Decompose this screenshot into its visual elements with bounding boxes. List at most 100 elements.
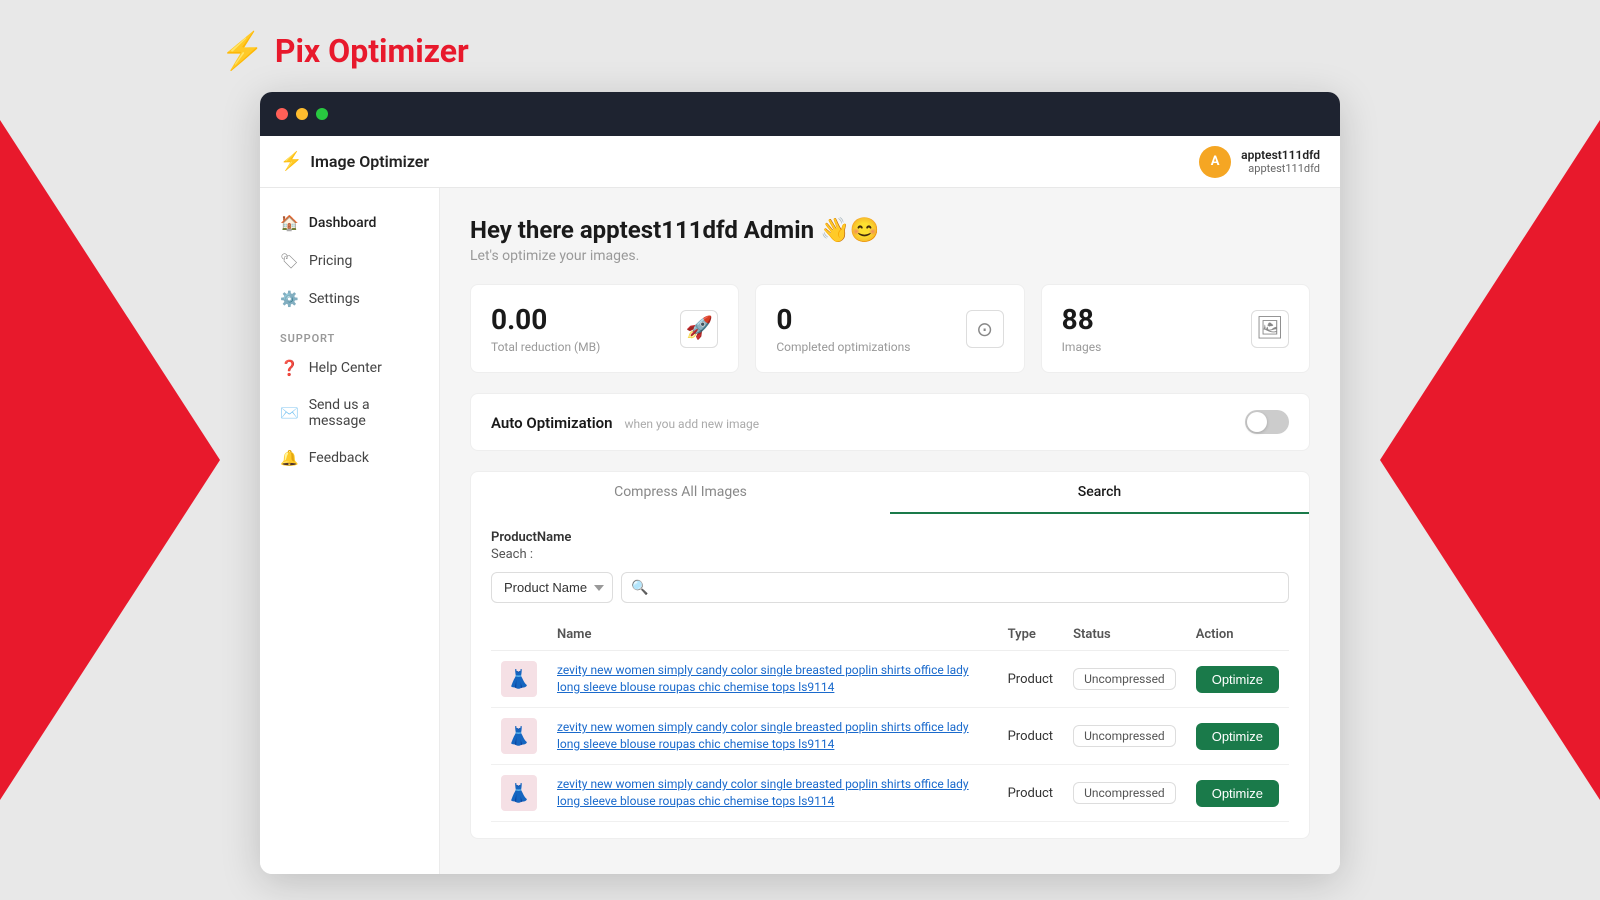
brand-name: Pix Optimizer <box>275 32 469 70</box>
stat-value-reduction: 0.00 <box>491 303 600 336</box>
bell-icon: 🔔 <box>280 449 299 467</box>
app-title: Image Optimizer <box>310 152 429 171</box>
cell-type-2: Product <box>998 765 1063 822</box>
pricing-icon: 🏷 <box>280 252 299 270</box>
sidebar-label-feedback: Feedback <box>309 450 369 466</box>
search-panel: ProductName Seach : Product Name Type St… <box>470 514 1310 839</box>
th-status: Status <box>1063 619 1186 651</box>
brand-logo: ⚡ Pix Optimizer <box>220 30 469 72</box>
search-input-wrap: 🔍 <box>621 572 1289 603</box>
cell-status-0: Uncompressed <box>1063 651 1186 708</box>
search-row: Product Name Type Status 🔍 <box>491 572 1289 603</box>
tab-search-label: Search <box>1078 484 1121 500</box>
product-thumbnail-1: 👗 <box>501 718 537 754</box>
auto-optimization-card: Auto Optimization when you add new image <box>470 393 1310 451</box>
sidebar-item-pricing[interactable]: 🏷 Pricing <box>260 242 439 280</box>
cell-name-0: zevity new women simply candy color sing… <box>547 651 998 708</box>
sidebar-label-settings: Settings <box>309 291 360 307</box>
home-icon: 🏠 <box>280 214 299 232</box>
cell-name-1: zevity new women simply candy color sing… <box>547 708 998 765</box>
circle-check-icon: ⊙ <box>966 310 1004 348</box>
browser-dot-minimize[interactable] <box>296 108 308 120</box>
search-sub-label: Seach : <box>491 547 1289 562</box>
browser-window: ⚡ Image Optimizer A apptest111dfd apptes… <box>260 92 1340 874</box>
stat-value-optimizations: 0 <box>776 303 910 336</box>
search-input[interactable] <box>621 572 1289 603</box>
product-thumbnail-2: 👗 <box>501 775 537 811</box>
cell-image-2: 👗 <box>491 765 547 822</box>
table-row: 👗 zevity new women simply candy color si… <box>491 708 1289 765</box>
cell-type-0: Product <box>998 651 1063 708</box>
browser-dot-maximize[interactable] <box>316 108 328 120</box>
tab-search[interactable]: Search <box>890 472 1309 514</box>
sidebar-item-settings[interactable]: ⚙️ Settings <box>260 280 439 318</box>
app-layout: 🏠 Dashboard 🏷 Pricing ⚙️ Settings SUPPOR… <box>260 188 1340 874</box>
top-header: ⚡ Pix Optimizer <box>0 0 1600 92</box>
user-area: A apptest111dfd apptest111dfd <box>1199 146 1320 178</box>
cell-action-2: Optimize <box>1186 765 1289 822</box>
cell-name-2: zevity new women simply candy color sing… <box>547 765 998 822</box>
optimize-button-2[interactable]: Optimize <box>1196 780 1279 807</box>
sidebar: 🏠 Dashboard 🏷 Pricing ⚙️ Settings SUPPOR… <box>260 188 440 874</box>
auto-opt-sublabel: when you add new image <box>624 417 759 431</box>
stat-card-images: 88 Images 🖼 <box>1041 284 1310 373</box>
status-badge-2: Uncompressed <box>1073 782 1176 804</box>
product-link-1[interactable]: zevity new women simply candy color sing… <box>557 720 969 751</box>
table-row: 👗 zevity new women simply candy color si… <box>491 765 1289 822</box>
brand-lightning-icon: ⚡ <box>220 30 265 72</box>
status-badge-1: Uncompressed <box>1073 725 1176 747</box>
cell-action-0: Optimize <box>1186 651 1289 708</box>
greeting-subtitle: Let's optimize your images. <box>470 248 1310 264</box>
image-icon: 🖼 <box>1251 310 1289 348</box>
toggle-thumb <box>1247 412 1267 432</box>
app-logo-icon: ⚡ <box>280 151 302 172</box>
stat-label-reduction: Total reduction (MB) <box>491 340 600 354</box>
auto-opt-toggle[interactable] <box>1245 410 1289 434</box>
stat-value-images: 88 <box>1062 303 1102 336</box>
sidebar-label-pricing: Pricing <box>309 253 352 269</box>
product-thumbnail-0: 👗 <box>501 661 537 697</box>
main-content: Hey there apptest111dfd Admin 👋😊 Let's o… <box>440 188 1340 874</box>
help-icon: ❓ <box>280 359 299 377</box>
product-link-0[interactable]: zevity new women simply candy color sing… <box>557 663 969 694</box>
status-badge-0: Uncompressed <box>1073 668 1176 690</box>
avatar-letter: A <box>1211 154 1220 169</box>
sidebar-label-send: Send us a message <box>309 397 419 429</box>
sidebar-item-feedback[interactable]: 🔔 Feedback <box>260 439 439 477</box>
stat-label-optimizations: Completed optimizations <box>776 340 910 354</box>
app-logo: ⚡ Image Optimizer <box>280 151 429 172</box>
optimize-button-0[interactable]: Optimize <box>1196 666 1279 693</box>
user-display-name: apptest111dfd <box>1241 148 1320 162</box>
user-info: apptest111dfd apptest111dfd <box>1241 148 1320 175</box>
auto-opt-label: Auto Optimization <box>491 414 612 432</box>
cell-status-1: Uncompressed <box>1063 708 1186 765</box>
tabs-bar: Compress All Images Search <box>470 471 1310 514</box>
cell-action-1: Optimize <box>1186 708 1289 765</box>
rocket-icon: 🚀 <box>680 310 718 348</box>
sidebar-item-send-message[interactable]: ✉️ Send us a message <box>260 387 439 439</box>
table-row: 👗 zevity new women simply candy color si… <box>491 651 1289 708</box>
optimize-button-1[interactable]: Optimize <box>1196 723 1279 750</box>
support-section-label: SUPPORT <box>260 318 439 349</box>
stats-row: 0.00 Total reduction (MB) 🚀 0 Completed … <box>470 284 1310 373</box>
search-icon: 🔍 <box>631 580 648 596</box>
sidebar-item-help-center[interactable]: ❓ Help Center <box>260 349 439 387</box>
stat-card-optimizations: 0 Completed optimizations ⊙ <box>755 284 1024 373</box>
cell-type-1: Product <box>998 708 1063 765</box>
stat-card-reduction: 0.00 Total reduction (MB) 🚀 <box>470 284 739 373</box>
search-select[interactable]: Product Name Type Status <box>491 572 613 603</box>
tab-compress-all[interactable]: Compress All Images <box>471 472 890 514</box>
tab-compress-all-label: Compress All Images <box>614 484 747 500</box>
sidebar-label-help: Help Center <box>309 360 382 376</box>
user-email: apptest111dfd <box>1248 162 1320 175</box>
app-header: ⚡ Image Optimizer A apptest111dfd apptes… <box>260 136 1340 188</box>
avatar: A <box>1199 146 1231 178</box>
product-link-2[interactable]: zevity new women simply candy color sing… <box>557 777 969 808</box>
settings-icon: ⚙️ <box>280 290 299 308</box>
sidebar-item-dashboard[interactable]: 🏠 Dashboard <box>260 204 439 242</box>
sidebar-label-dashboard: Dashboard <box>309 215 377 231</box>
cell-image-1: 👗 <box>491 708 547 765</box>
browser-dot-close[interactable] <box>276 108 288 120</box>
mail-icon: ✉️ <box>280 404 299 422</box>
th-name: Name <box>547 619 998 651</box>
